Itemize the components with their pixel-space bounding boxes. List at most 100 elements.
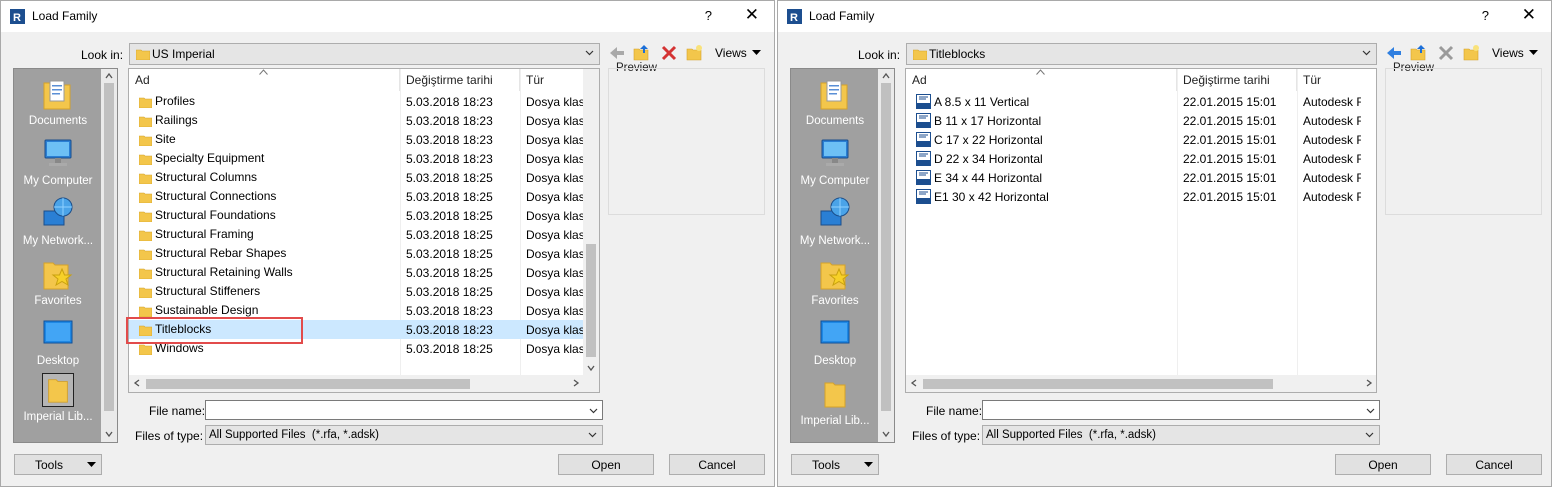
files-of-type-dropdown[interactable]: All Supported Files (*.rfa, *.adsk) <box>982 425 1380 445</box>
views-button[interactable]: Views <box>1492 46 1524 60</box>
scroll-right-icon[interactable] <box>1365 379 1373 387</box>
file-list[interactable]: Ad Değiştirme tarihi Tür A 8.5 x 11 Vert… <box>905 68 1377 393</box>
delete-icon[interactable] <box>660 44 678 62</box>
file-name-cell: Structural Rebar Shapes <box>139 246 286 260</box>
scroll-thumb[interactable] <box>146 379 470 389</box>
file-row[interactable]: Structural Retaining Walls 5.03.2018 18:2… <box>129 263 585 282</box>
file-name-input[interactable] <box>205 400 603 420</box>
place-my-network[interactable]: My Network... <box>791 197 879 257</box>
file-row[interactable]: Structural Rebar Shapes 5.03.2018 18:25 Do… <box>129 244 585 263</box>
new-folder-icon[interactable] <box>1463 44 1481 62</box>
file-row[interactable]: Structural Columns 5.03.2018 18:25 Dosya k… <box>129 168 585 187</box>
scroll-thumb[interactable] <box>923 379 1273 389</box>
tools-label: Tools <box>812 458 841 472</box>
preview-pane <box>608 68 765 215</box>
up-folder-icon[interactable] <box>633 44 651 62</box>
column-header-date[interactable]: Değiştirme tarihi <box>1177 69 1297 91</box>
file-row[interactable]: E 34 x 44 Horizontal 22.01.2015 15:01 Auto… <box>906 168 1362 187</box>
scroll-down-icon[interactable] <box>587 364 595 372</box>
close-button[interactable]: ✕ <box>1522 5 1536 25</box>
scroll-down-icon[interactable] <box>882 430 890 438</box>
file-name-text: Structural Foundations <box>155 208 276 222</box>
folder-icon <box>139 268 152 279</box>
place-desktop[interactable]: Desktop <box>791 317 879 377</box>
desktop-icon <box>820 320 850 344</box>
scroll-up-icon[interactable] <box>105 72 113 80</box>
file-list[interactable]: Ad Değiştirme tarihi Tür Profiles 5.03.20… <box>128 68 600 393</box>
file-row[interactable]: Structural Framing 5.03.2018 18:25 Dosya k… <box>129 225 585 244</box>
revit-family-file-icon <box>916 170 931 185</box>
views-dropdown-icon[interactable] <box>752 48 761 57</box>
back-arrow-icon[interactable] <box>608 44 626 62</box>
file-row[interactable]: Windows 5.03.2018 18:25 Dosya klasörü <box>129 339 585 358</box>
file-row[interactable]: Specialty Equipment 5.03.2018 18:23 Dosya … <box>129 149 585 168</box>
chevron-down-icon <box>1362 50 1371 56</box>
file-row[interactable]: Structural Foundations 5.03.2018 18:25 Dos… <box>129 206 585 225</box>
file-name-input[interactable] <box>982 400 1380 420</box>
place-documents[interactable]: Documents <box>791 77 879 137</box>
place-label: Documents <box>28 115 88 127</box>
chevron-down-icon[interactable] <box>589 406 598 415</box>
help-button[interactable]: ? <box>1482 8 1489 23</box>
scroll-up-icon[interactable] <box>882 72 890 80</box>
file-row[interactable]: Structural Stiffeners 5.03.2018 18:25 Dosy… <box>129 282 585 301</box>
scroll-right-icon[interactable] <box>572 379 580 387</box>
file-row[interactable]: Railings 5.03.2018 18:23 Dosya klasörü <box>129 111 585 130</box>
cancel-button[interactable]: Cancel <box>1446 454 1542 475</box>
place-imperial-library[interactable]: Imperial Lib... <box>791 377 879 437</box>
tools-button[interactable]: Tools <box>791 454 879 475</box>
open-button[interactable]: Open <box>1335 454 1431 475</box>
scroll-thumb[interactable] <box>881 83 891 411</box>
tools-button[interactable]: Tools <box>14 454 102 475</box>
help-button[interactable]: ? <box>705 8 712 23</box>
files-of-type-dropdown[interactable]: All Supported Files (*.rfa, *.adsk) <box>205 425 603 445</box>
views-button[interactable]: Views <box>715 46 747 60</box>
delete-icon[interactable] <box>1437 44 1455 62</box>
place-my-computer[interactable]: My Computer <box>791 137 879 197</box>
place-favorites[interactable]: Favorites <box>791 257 879 317</box>
column-header-type[interactable]: Tür <box>1297 69 1376 91</box>
open-button[interactable]: Open <box>558 454 654 475</box>
column-header-date[interactable]: Değiştirme tarihi <box>400 69 520 91</box>
folder-icon <box>139 154 152 165</box>
file-row[interactable]: E1 30 x 42 Horizontal 22.01.2015 15:01 Aut… <box>906 187 1362 206</box>
file-row[interactable]: B 11 x 17 Horizontal 22.01.2015 15:01 Auto… <box>906 111 1362 130</box>
scroll-thumb[interactable] <box>104 83 114 411</box>
scroll-left-icon[interactable] <box>133 379 141 387</box>
place-label: Favorites <box>811 295 859 307</box>
file-row[interactable]: A 8.5 x 11 Vertical 22.01.2015 15:01 Autod… <box>906 92 1362 111</box>
place-favorites[interactable]: Favorites <box>14 257 102 317</box>
file-row[interactable]: D 22 x 34 Horizontal 22.01.2015 15:01 Auto… <box>906 149 1362 168</box>
place-desktop[interactable]: Desktop <box>14 317 102 377</box>
cancel-button[interactable]: Cancel <box>669 454 765 475</box>
scroll-down-icon[interactable] <box>105 430 113 438</box>
close-button[interactable]: ✕ <box>745 5 759 25</box>
look-in-dropdown[interactable]: US Imperial <box>129 43 600 65</box>
up-folder-icon[interactable] <box>1410 44 1428 62</box>
file-list-hscroll[interactable] <box>906 375 1376 392</box>
look-in-dropdown[interactable]: Titleblocks <box>906 43 1377 65</box>
places-scrollbar[interactable] <box>878 69 894 442</box>
file-list-hscroll[interactable] <box>129 375 599 392</box>
file-list-vscroll[interactable] <box>583 69 599 375</box>
chevron-down-icon[interactable] <box>1366 406 1375 415</box>
place-my-network[interactable]: My Network... <box>14 197 102 257</box>
file-row[interactable]: Profiles 5.03.2018 18:23 Dosya klasörü <box>129 92 585 111</box>
file-row[interactable]: C 17 x 22 Horizontal 22.01.2015 15:01 Auto… <box>906 130 1362 149</box>
file-row[interactable]: Sustainable Design 5.03.2018 18:23 Dosya k… <box>129 301 585 320</box>
file-type-cell: Dosya klasörü <box>526 304 584 318</box>
back-arrow-icon[interactable] <box>1385 44 1403 62</box>
views-dropdown-icon[interactable] <box>1529 48 1538 57</box>
scroll-left-icon[interactable] <box>910 379 918 387</box>
places-scrollbar[interactable] <box>101 69 117 442</box>
file-row[interactable]: Structural Connections 5.03.2018 18:25 Dos… <box>129 187 585 206</box>
file-type-cell: Autodesk Revit Family <box>1303 133 1361 147</box>
scroll-thumb[interactable] <box>586 244 596 357</box>
file-row[interactable]: Titleblocks 5.03.2018 18:23 Dosya klasörü <box>129 320 585 339</box>
place-my-computer[interactable]: My Computer <box>14 137 102 197</box>
new-folder-icon[interactable] <box>686 44 704 62</box>
place-documents[interactable]: Documents <box>14 77 102 137</box>
look-in-label: Look in: <box>858 48 901 62</box>
file-row[interactable]: Site 5.03.2018 18:23 Dosya klasörü <box>129 130 585 149</box>
place-imperial-library[interactable]: Imperial Lib... <box>14 373 102 433</box>
